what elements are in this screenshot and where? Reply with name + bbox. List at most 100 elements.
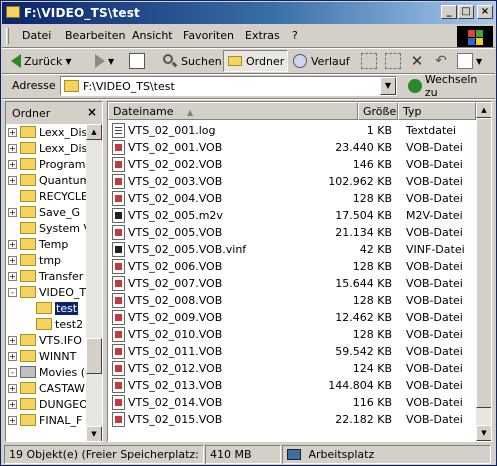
file-row[interactable]: VTS_02_001.log 1 KB Textdatei [108,122,476,139]
expand-icon[interactable]: + [8,160,17,169]
file-row[interactable]: VTS_02_005.m2v 17.504 KB M2V-Datei [108,207,476,224]
windows-logo-icon [457,26,493,47]
folder-icon [20,270,36,282]
file-row[interactable]: VTS_02_005.VOB.vinf 42 KB VINF-Datei [108,241,476,258]
up-button[interactable] [126,50,148,72]
vob-file-icon [112,276,125,291]
file-type: VOB-Datei [406,158,463,171]
go-button[interactable]: Wechseln zu [406,73,495,99]
file-row[interactable]: VTS_02_015.VOB 22.182 KB VOB-Datei [108,411,476,428]
scroll-thumb[interactable] [86,338,102,374]
chevron-down-icon[interactable]: ▼ [65,57,71,66]
file-row[interactable]: VTS_02_008.VOB 128 KB VOB-Datei [108,292,476,309]
expand-icon[interactable]: + [8,128,17,137]
expand-icon[interactable]: + [8,272,17,281]
file-type: VOB-Datei [406,141,463,154]
copy-to-button[interactable] [382,50,404,72]
file-size: 15.644 KB [335,277,392,290]
folder-icon [20,142,36,154]
scroll-up-icon[interactable]: ▲ [86,124,102,140]
file-row[interactable]: VTS_02_004.VOB 128 KB VOB-Datei [108,190,476,207]
column-name-label: Dateiname [113,105,174,118]
file-row[interactable]: VTS_02_010.VOB 128 KB VOB-Datei [108,326,476,343]
collapse-icon[interactable]: - [8,368,17,377]
file-row[interactable]: VTS_02_006.VOB 128 KB VOB-Datei [108,258,476,275]
file-type: M2V-Datei [406,209,463,222]
search-button[interactable]: Suchen [159,50,225,72]
file-row[interactable]: VTS_02_005.VOB 21.134 KB VOB-Datei [108,224,476,241]
move-to-button[interactable] [358,50,380,72]
expand-icon[interactable]: + [8,416,17,425]
delete-button[interactable]: ✕ [406,50,428,72]
folder-icon [36,302,52,314]
tree-scrollbar[interactable]: ▲ ▼ [86,124,102,441]
menu-datei[interactable]: Datei [22,29,51,42]
maximize-button[interactable]: □ [458,5,474,19]
minimize-button[interactable]: _ [441,5,457,19]
column-header-name[interactable]: Dateiname ▲ [108,102,358,120]
views-button[interactable]: ▼ [454,50,485,72]
file-type: VOB-Datei [406,345,463,358]
expand-icon[interactable]: + [8,256,17,265]
expand-icon[interactable]: + [8,384,17,393]
folders-button[interactable]: Ordner [223,50,289,72]
expand-icon[interactable]: + [8,144,17,153]
address-bar: Adresse F:\VIDEO_TS\test ▼ Wechseln zu [2,73,495,99]
folder-tree-label: test [55,302,79,315]
file-row[interactable]: VTS_02_012.VOB 124 KB VOB-Datei [108,360,476,377]
file-row[interactable]: VTS_02_009.VOB 12.462 KB VOB-Datei [108,309,476,326]
undo-button[interactable]: ↶ [430,50,452,72]
file-row[interactable]: VTS_02_002.VOB 146 KB VOB-Datei [108,156,476,173]
file-type: VOB-Datei [406,396,463,409]
column-header-size[interactable]: Größe [358,102,398,120]
folder-icon [20,350,36,362]
menu-bearbeiten[interactable]: Bearbeiten [65,29,125,42]
menu-ansicht[interactable]: Ansicht [132,29,173,42]
back-button[interactable]: Zurück ▼ [8,50,75,72]
file-row[interactable]: VTS_02_014.VOB 116 KB VOB-Datei [108,394,476,411]
file-name: VTS_02_003.VOB [128,175,223,188]
menu-grip[interactable] [6,28,9,44]
file-name: VTS_02_008.VOB [128,294,223,307]
expand-icon[interactable]: + [8,336,17,345]
close-button[interactable]: × [477,5,493,19]
address-dropdown-button[interactable]: ▼ [380,77,396,95]
menu-favoriten[interactable]: Favoriten [183,29,234,42]
scroll-thumb[interactable] [476,118,491,408]
expand-icon[interactable]: + [8,208,17,217]
history-button[interactable]: Verlauf [289,50,353,72]
menu-extras[interactable]: Extras [245,29,280,42]
menu-help[interactable]: ? [292,29,298,42]
delete-icon: ✕ [410,52,424,70]
scroll-down-icon[interactable]: ▼ [86,426,102,441]
file-row[interactable]: VTS_02_001.VOB 23.440 KB VOB-Datei [108,139,476,156]
chevron-down-icon[interactable]: ▼ [476,57,482,66]
standard-toolbar: Zurück ▼ ▼ Suchen Ordner Verlauf ✕ ↶ ▼ [2,49,495,73]
file-size: 42 KB [359,243,392,256]
expand-icon[interactable]: + [8,240,17,249]
file-row[interactable]: VTS_02_011.VOB 59.542 KB VOB-Datei [108,343,476,360]
file-row[interactable]: VTS_02_013.VOB 144.804 KB VOB-Datei [108,377,476,394]
forward-arrow-icon [95,54,105,68]
folder-tree: + Lexx_Dis + Lexx_Dis + Programr + Quantum RECYC… [6,124,88,441]
scroll-up-icon[interactable]: ▲ [476,102,491,118]
collapse-icon[interactable]: - [8,288,17,297]
file-row[interactable]: VTS_02_003.VOB 102.962 KB VOB-Datei [108,173,476,190]
address-input[interactable]: F:\VIDEO_TS\test ▼ [60,76,397,96]
menu-bar: Datei Bearbeiten Ansicht Favoriten Extra… [2,25,495,47]
title-bar[interactable]: F:\VIDEO_TS\test _ □ × [2,2,495,24]
chevron-down-icon[interactable]: ▼ [108,57,114,66]
expand-icon[interactable]: + [8,400,17,409]
file-row[interactable]: VTS_02_007.VOB 15.644 KB VOB-Datei [108,275,476,292]
file-size: 128 KB [352,260,392,273]
folder-tree-label: FINAL_F [39,414,83,427]
forward-button[interactable]: ▼ [92,50,117,72]
scroll-down-icon[interactable]: ▼ [476,425,491,441]
file-list-scrollbar[interactable]: ▲ ▼ [476,102,491,441]
expand-icon[interactable]: + [8,176,17,185]
file-name: VTS_02_006.VOB [128,260,223,273]
column-header-type[interactable]: Typ [398,102,476,120]
close-pane-icon[interactable]: × [87,105,97,119]
vob-file-icon [112,225,125,240]
expand-icon[interactable]: + [8,352,17,361]
